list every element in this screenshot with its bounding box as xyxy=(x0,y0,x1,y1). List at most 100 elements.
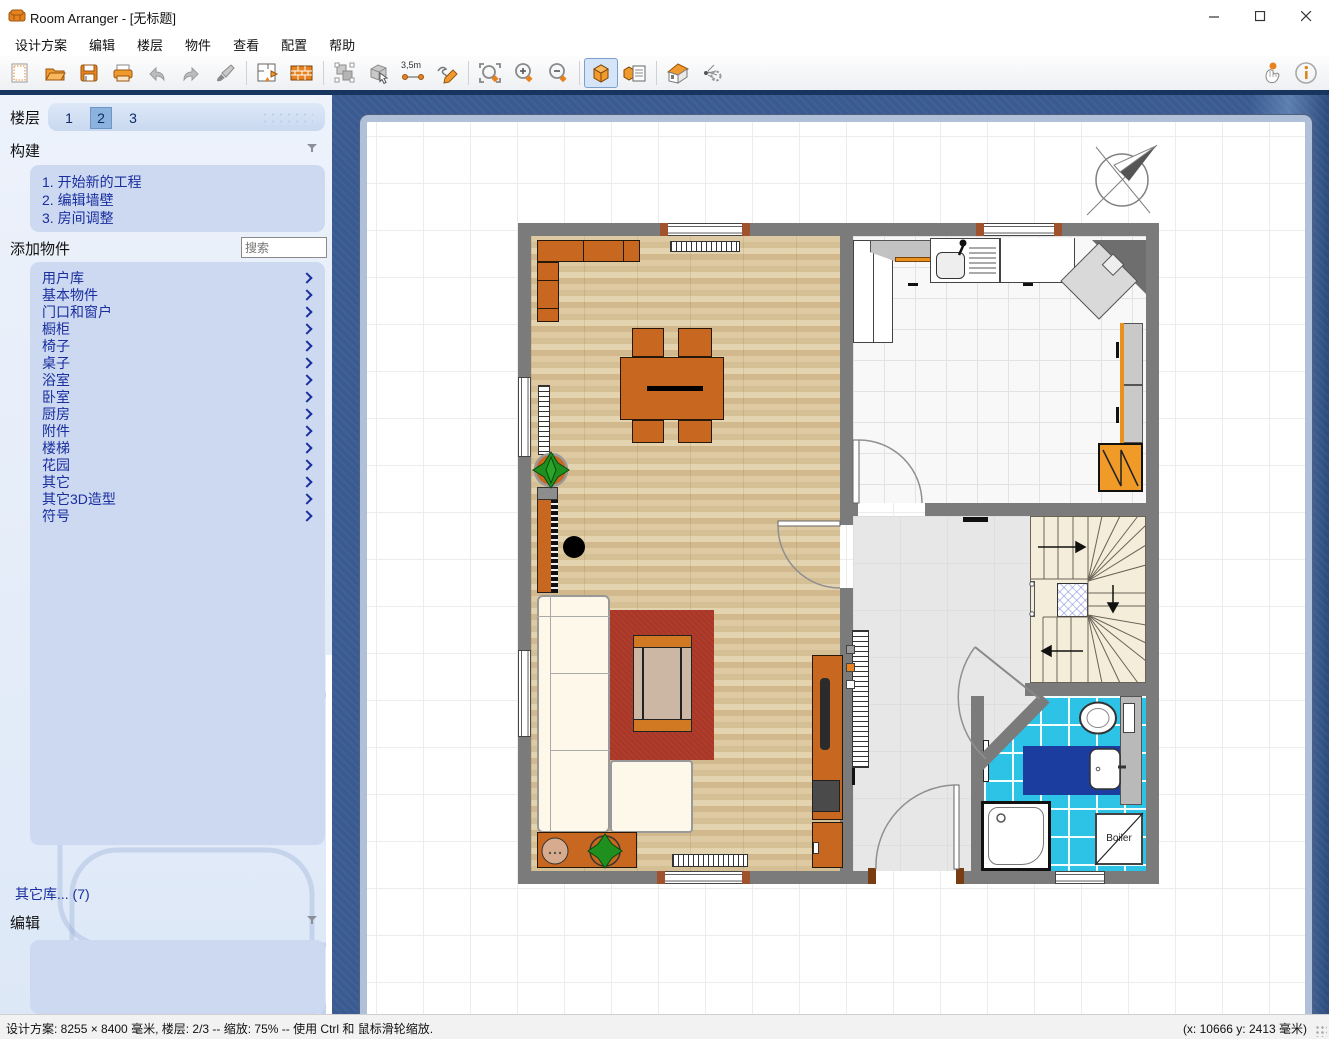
sink-bowl xyxy=(936,252,965,279)
category-item[interactable]: 门口和窗户 xyxy=(30,303,325,320)
menu-item[interactable]: 物件 xyxy=(174,32,222,57)
category-item[interactable]: 其它 xyxy=(30,473,325,490)
minimize-button[interactable] xyxy=(1191,0,1237,32)
bath-mat[interactable] xyxy=(1023,746,1120,795)
window-living-bottom[interactable] xyxy=(657,871,750,884)
collapse-funnel-icon[interactable] xyxy=(306,143,318,153)
wall-right[interactable] xyxy=(1146,223,1159,884)
radiator[interactable] xyxy=(670,241,740,252)
wall-stairs-bottom[interactable] xyxy=(1025,683,1146,696)
kitchen-appliance-orange[interactable] xyxy=(1098,443,1143,492)
brick-wall-button[interactable] xyxy=(285,58,319,88)
more-libraries-link[interactable]: 其它库... (7) xyxy=(15,884,90,904)
build-step-link[interactable]: 2. 编辑墙壁 xyxy=(30,191,325,209)
side-table[interactable] xyxy=(537,832,637,868)
wall-kitchen-corner[interactable] xyxy=(840,503,858,516)
select-objects-button[interactable] xyxy=(328,58,362,88)
menu-item[interactable]: 设计方案 xyxy=(4,32,78,57)
window-living-left-upper[interactable] xyxy=(518,377,531,457)
towel-rail[interactable] xyxy=(983,740,989,782)
cabinet-left-run[interactable] xyxy=(537,262,559,322)
chevron-right-icon xyxy=(301,510,312,521)
save-floppy-button[interactable] xyxy=(72,58,106,88)
menu-item[interactable]: 帮助 xyxy=(318,32,366,57)
sofa-main[interactable] xyxy=(537,595,610,833)
print-button[interactable] xyxy=(106,58,140,88)
cabinet-top-run[interactable] xyxy=(537,240,640,262)
staircase[interactable] xyxy=(1030,516,1146,683)
pointer-hand-button[interactable] xyxy=(1255,58,1289,88)
kitchen-counter-top[interactable] xyxy=(1000,238,1075,283)
explode-settings-button[interactable] xyxy=(695,58,729,88)
close-button[interactable] xyxy=(1283,0,1329,32)
menu-item[interactable]: 查看 xyxy=(222,32,270,57)
window-living-top[interactable] xyxy=(660,223,750,236)
menu-item[interactable]: 楼层 xyxy=(126,32,174,57)
draw-pen-button[interactable] xyxy=(430,58,464,88)
build-step-link[interactable]: 3. 房间调整 xyxy=(30,209,325,227)
zoom-in-button[interactable] xyxy=(507,58,541,88)
category-item[interactable]: 花园 xyxy=(30,456,325,473)
radiator[interactable] xyxy=(672,854,748,867)
category-item[interactable]: 厨房 xyxy=(30,405,325,422)
view-3d-box-button[interactable] xyxy=(584,58,618,88)
category-item[interactable]: 基本物件 xyxy=(30,286,325,303)
redo-button[interactable] xyxy=(174,58,208,88)
category-item[interactable]: 椅子 xyxy=(30,337,325,354)
zoom-out-button[interactable] xyxy=(541,58,575,88)
window-living-left-lower[interactable] xyxy=(518,650,531,737)
window-kitchen-top[interactable] xyxy=(976,223,1062,236)
collapse-funnel-icon[interactable] xyxy=(306,915,318,925)
open-folder-button[interactable] xyxy=(38,58,72,88)
search-input[interactable] xyxy=(241,237,327,258)
chair[interactable] xyxy=(678,420,712,443)
category-item[interactable]: 附件 xyxy=(30,422,325,439)
maximize-button[interactable] xyxy=(1237,0,1283,32)
chair[interactable] xyxy=(632,328,664,357)
wall-top[interactable] xyxy=(518,223,1159,236)
undo-button[interactable] xyxy=(140,58,174,88)
wall-left[interactable] xyxy=(518,223,531,884)
category-item[interactable]: 卧室 xyxy=(30,388,325,405)
floorplan-door-button[interactable] xyxy=(251,58,285,88)
window-sill xyxy=(976,223,984,236)
measure-tape-button[interactable]: 3,5m xyxy=(396,58,430,88)
floor-chip[interactable]: 2 xyxy=(90,107,112,129)
ladder-radiator[interactable] xyxy=(538,385,550,455)
menu-item[interactable]: 配置 xyxy=(270,32,318,57)
box-cursor-button[interactable] xyxy=(362,58,396,88)
window-bathroom-bottom[interactable] xyxy=(1055,871,1105,884)
sofa-chaise[interactable] xyxy=(610,760,693,833)
format-brush-button[interactable] xyxy=(208,58,242,88)
chair[interactable] xyxy=(678,328,712,357)
chair[interactable] xyxy=(632,420,664,443)
subwoofer[interactable] xyxy=(812,780,840,812)
chevron-right-icon xyxy=(301,459,312,470)
object-list-button[interactable] xyxy=(618,58,652,88)
new-document-button[interactable] xyxy=(4,58,38,88)
info-button[interactable] xyxy=(1289,58,1323,88)
stool-black[interactable] xyxy=(563,536,585,558)
floor-chip[interactable]: 3 xyxy=(122,107,144,129)
floor-chip[interactable]: 1 xyxy=(58,107,80,129)
category-item[interactable]: 橱柜 xyxy=(30,320,325,337)
resize-grip[interactable] xyxy=(1315,1025,1327,1037)
category-item[interactable]: 其它3D造型 xyxy=(30,490,325,507)
wall-living-hall-upper[interactable] xyxy=(840,236,853,525)
category-item[interactable]: 用户库 xyxy=(30,269,325,286)
category-item[interactable]: 浴室 xyxy=(30,371,325,388)
cabinet-handle xyxy=(908,283,918,286)
build-step-link[interactable]: 1. 开始新的工程 xyxy=(30,173,325,191)
search-wrap xyxy=(0,236,332,256)
plan-canvas[interactable]: Boiler xyxy=(332,95,1329,1014)
zoom-fit-button[interactable] xyxy=(473,58,507,88)
menu-item[interactable]: 编辑 xyxy=(78,32,126,57)
floor-switcher: 123 xyxy=(58,107,144,129)
category-item[interactable]: 楼梯 xyxy=(30,439,325,456)
wall-kitchen-bottom[interactable] xyxy=(925,503,1146,516)
category-item[interactable]: 符号 xyxy=(30,507,325,524)
wall-bottom-right[interactable] xyxy=(960,871,1146,884)
toilet-tank[interactable] xyxy=(1123,703,1135,733)
house-3d-button[interactable] xyxy=(661,58,695,88)
category-item[interactable]: 桌子 xyxy=(30,354,325,371)
